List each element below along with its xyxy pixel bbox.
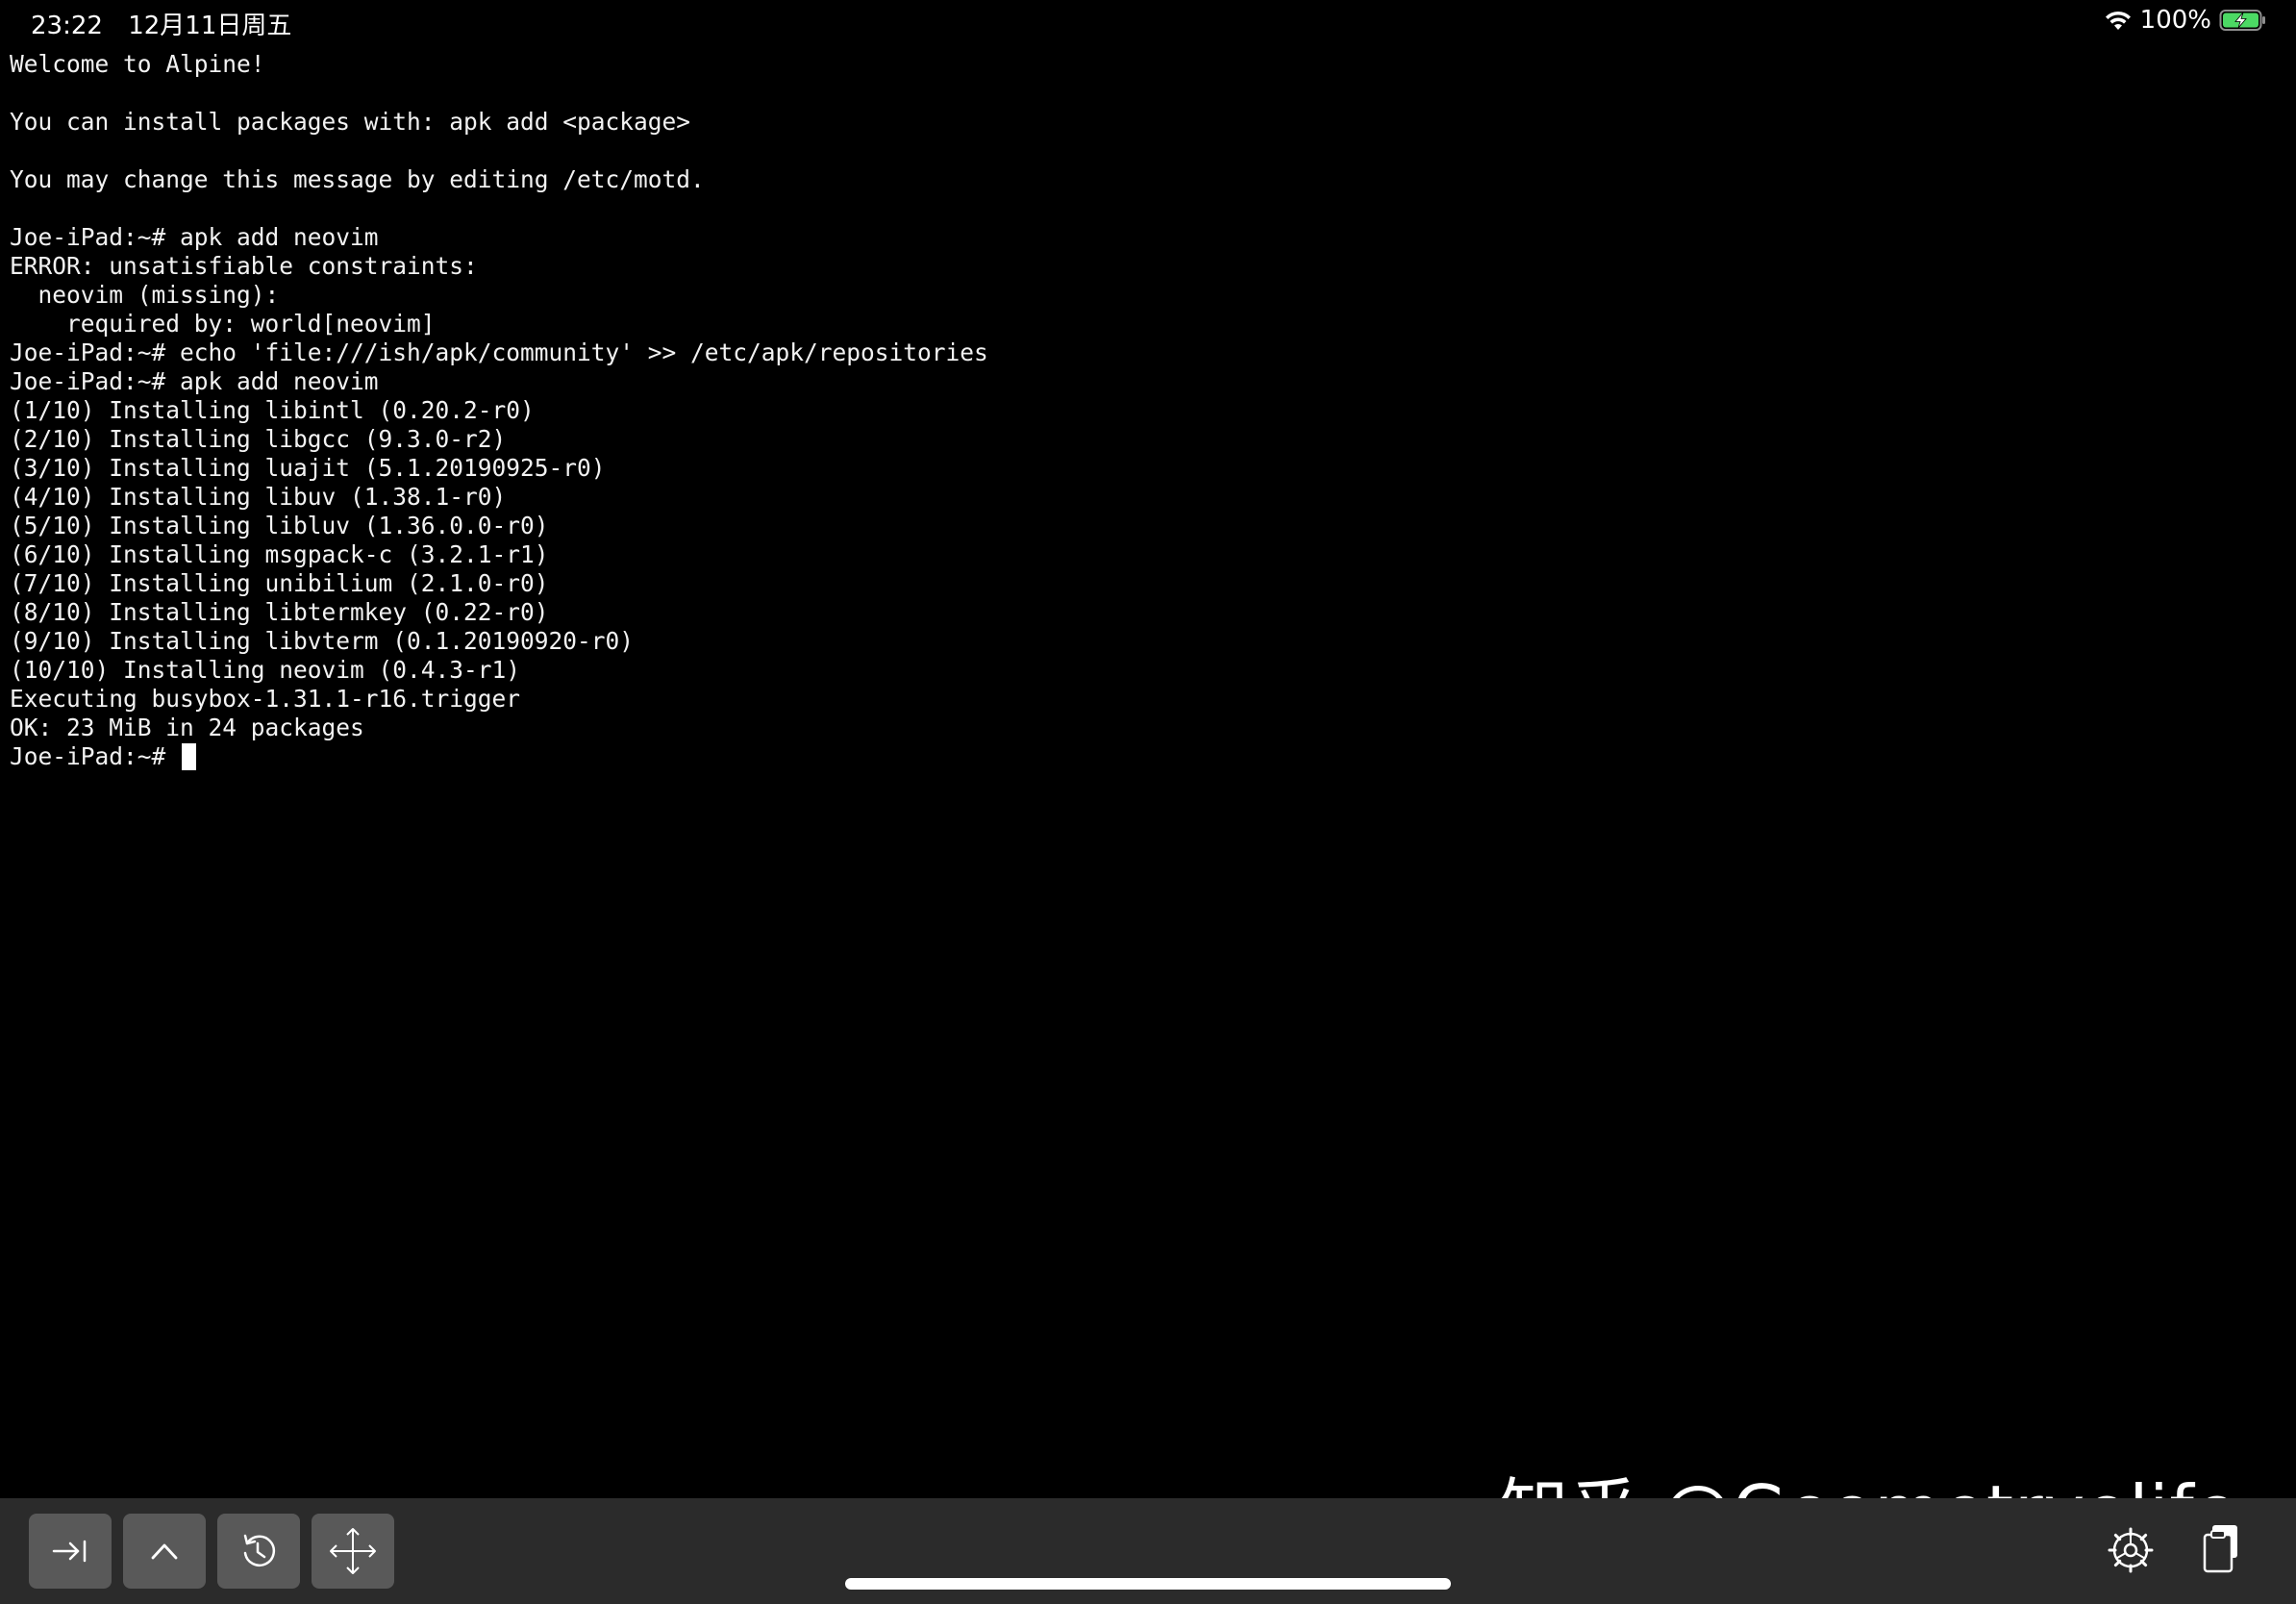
terminal-line: (6/10) Installing msgpack-c (3.2.1-r1) bbox=[10, 540, 549, 568]
battery-charging-icon bbox=[2219, 9, 2267, 32]
terminal-line: You can install packages with: apk add <… bbox=[10, 108, 691, 136]
terminal-line: Joe-iPad:~# echo 'file:///ish/apk/commun… bbox=[10, 338, 988, 366]
terminal-line: OK: 23 MiB in 24 packages bbox=[10, 714, 364, 741]
status-time: 23:22 bbox=[31, 12, 103, 40]
tab-key-button[interactable] bbox=[29, 1514, 112, 1589]
status-date: 12月11日周五 bbox=[128, 12, 292, 40]
terminal-line: (9/10) Installing libvterm (0.1.20190920… bbox=[10, 627, 635, 655]
terminal-line: (5/10) Installing libluv (1.36.0.0-r0) bbox=[10, 512, 549, 539]
wifi-icon bbox=[2104, 9, 2133, 32]
terminal-line: required by: world[neovim] bbox=[10, 310, 436, 338]
history-icon bbox=[237, 1530, 280, 1572]
terminal-line: (1/10) Installing libintl (0.20.2-r0) bbox=[10, 396, 535, 424]
arrow-keys-icon bbox=[327, 1525, 379, 1577]
paste-icon bbox=[2199, 1521, 2247, 1579]
control-key-icon bbox=[145, 1537, 184, 1566]
arrow-keys-button[interactable] bbox=[312, 1514, 394, 1589]
terminal-output[interactable]: Welcome to Alpine! You can install packa… bbox=[10, 50, 2279, 771]
terminal-line: (8/10) Installing libtermkey (0.22-r0) bbox=[10, 598, 549, 626]
terminal-line: ERROR: unsatisfiable constraints: bbox=[10, 252, 478, 280]
terminal-prompt: Joe-iPad:~# bbox=[10, 742, 181, 770]
status-right: 100% bbox=[2104, 6, 2267, 35]
terminal-line: Welcome to Alpine! bbox=[10, 50, 265, 78]
terminal-line: (2/10) Installing libgcc (9.3.0-r2) bbox=[10, 425, 507, 453]
terminal-line: Executing busybox-1.31.1-r16.trigger bbox=[10, 685, 521, 713]
terminal-line: (10/10) Installing neovim (0.4.3-r1) bbox=[10, 656, 521, 684]
status-left: 23:22 12月11日周五 bbox=[31, 6, 309, 41]
history-button[interactable] bbox=[217, 1514, 300, 1589]
control-key-button[interactable] bbox=[123, 1514, 206, 1589]
terminal-line: You may change this message by editing /… bbox=[10, 165, 705, 193]
terminal-line: (7/10) Installing unibilium (2.1.0-r0) bbox=[10, 569, 549, 597]
terminal-line: Joe-iPad:~# apk add neovim bbox=[10, 223, 379, 251]
terminal-line: (4/10) Installing libuv (1.38.1-r0) bbox=[10, 483, 507, 511]
paste-button[interactable] bbox=[2196, 1523, 2250, 1577]
terminal-prompt-line[interactable]: Joe-iPad:~# bbox=[10, 742, 2279, 771]
battery-percent: 100% bbox=[2139, 6, 2211, 35]
terminal-cursor bbox=[182, 743, 197, 770]
settings-button[interactable] bbox=[2106, 1527, 2156, 1577]
home-indicator[interactable] bbox=[845, 1578, 1451, 1590]
settings-icon bbox=[2107, 1526, 2155, 1578]
status-bar: 23:22 12月11日周五 100% bbox=[0, 0, 2296, 46]
terminal-line: Joe-iPad:~# apk add neovim bbox=[10, 367, 379, 395]
terminal-line: neovim (missing): bbox=[10, 281, 280, 309]
terminal-line: (3/10) Installing luajit (5.1.20190925-r… bbox=[10, 454, 606, 482]
tab-key-icon bbox=[51, 1537, 89, 1566]
